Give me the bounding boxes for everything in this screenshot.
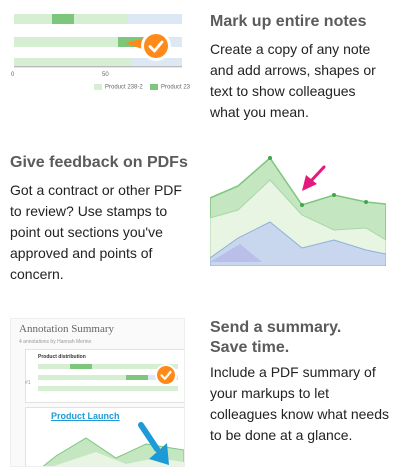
body-line: to be done at a glance. bbox=[210, 427, 353, 443]
body-line: colleagues know what needs bbox=[210, 406, 390, 422]
feature-title-summary: Send a summary. Save time. bbox=[210, 318, 405, 358]
data-point bbox=[268, 156, 272, 160]
bar-row bbox=[14, 14, 182, 24]
data-point bbox=[332, 193, 336, 197]
title-line: Send a summary. bbox=[210, 319, 342, 336]
body-line: Got a contract or other PDF bbox=[10, 182, 182, 198]
bar-chart-preview: 0 50 Product 238-2 Product 23 bbox=[10, 0, 190, 100]
feature-body-summary: Include a PDF summary of your markups to… bbox=[210, 362, 405, 446]
body-line: approved and points of bbox=[10, 245, 153, 261]
checkmark-icon bbox=[157, 366, 175, 384]
body-line: Include a PDF summary of bbox=[210, 364, 376, 380]
data-point bbox=[300, 203, 304, 207]
feature-title-markup: Mark up entire notes bbox=[210, 13, 367, 30]
legend-label: Product 23 bbox=[161, 84, 191, 91]
arrow-annotation-icon bbox=[308, 165, 326, 184]
page-number: #1 bbox=[25, 380, 31, 386]
body-line: and add arrows, shapes or bbox=[210, 62, 376, 78]
body-line: Create a copy of any note bbox=[210, 41, 371, 57]
feature-title-pdf: Give feedback on PDFs bbox=[10, 154, 188, 171]
summary-title: Annotation Summary bbox=[19, 323, 115, 335]
area-chart-preview bbox=[210, 156, 386, 266]
body-line: point out sections you've bbox=[10, 224, 163, 240]
legend-item: Product 23 bbox=[150, 84, 190, 91]
data-point bbox=[364, 200, 368, 204]
x-axis-line bbox=[14, 66, 182, 67]
tick-label: 0 bbox=[11, 72, 15, 78]
summary-preview: Annotation Summary 4 annotations by Hann… bbox=[10, 318, 185, 467]
summary-card-title: Product distribution bbox=[38, 354, 86, 360]
title-line: Save time. bbox=[210, 339, 290, 356]
tick-label: 50 bbox=[102, 72, 109, 78]
summary-subtitle: 4 annotations by Hannah Merino bbox=[19, 339, 92, 345]
checkmark-icon bbox=[144, 34, 168, 58]
body-line: concern. bbox=[10, 266, 64, 282]
summary-card: Product distribution bbox=[25, 349, 184, 403]
body-line: what you mean. bbox=[210, 104, 309, 120]
body-line: text to show colleagues bbox=[210, 83, 356, 99]
feature-body-pdf: Got a contract or other PDF to review? U… bbox=[10, 180, 205, 285]
callout-label: Product Launch bbox=[51, 411, 120, 421]
legend-item: Product 238-2 bbox=[94, 84, 143, 91]
body-line: your markups to let bbox=[210, 385, 330, 401]
body-line: to review? Use stamps to bbox=[10, 203, 168, 219]
feature-body-markup: Create a copy of any note and add arrows… bbox=[210, 39, 405, 123]
arrow-annotation-icon bbox=[138, 422, 169, 465]
legend-label: Product 238-2 bbox=[105, 84, 143, 91]
